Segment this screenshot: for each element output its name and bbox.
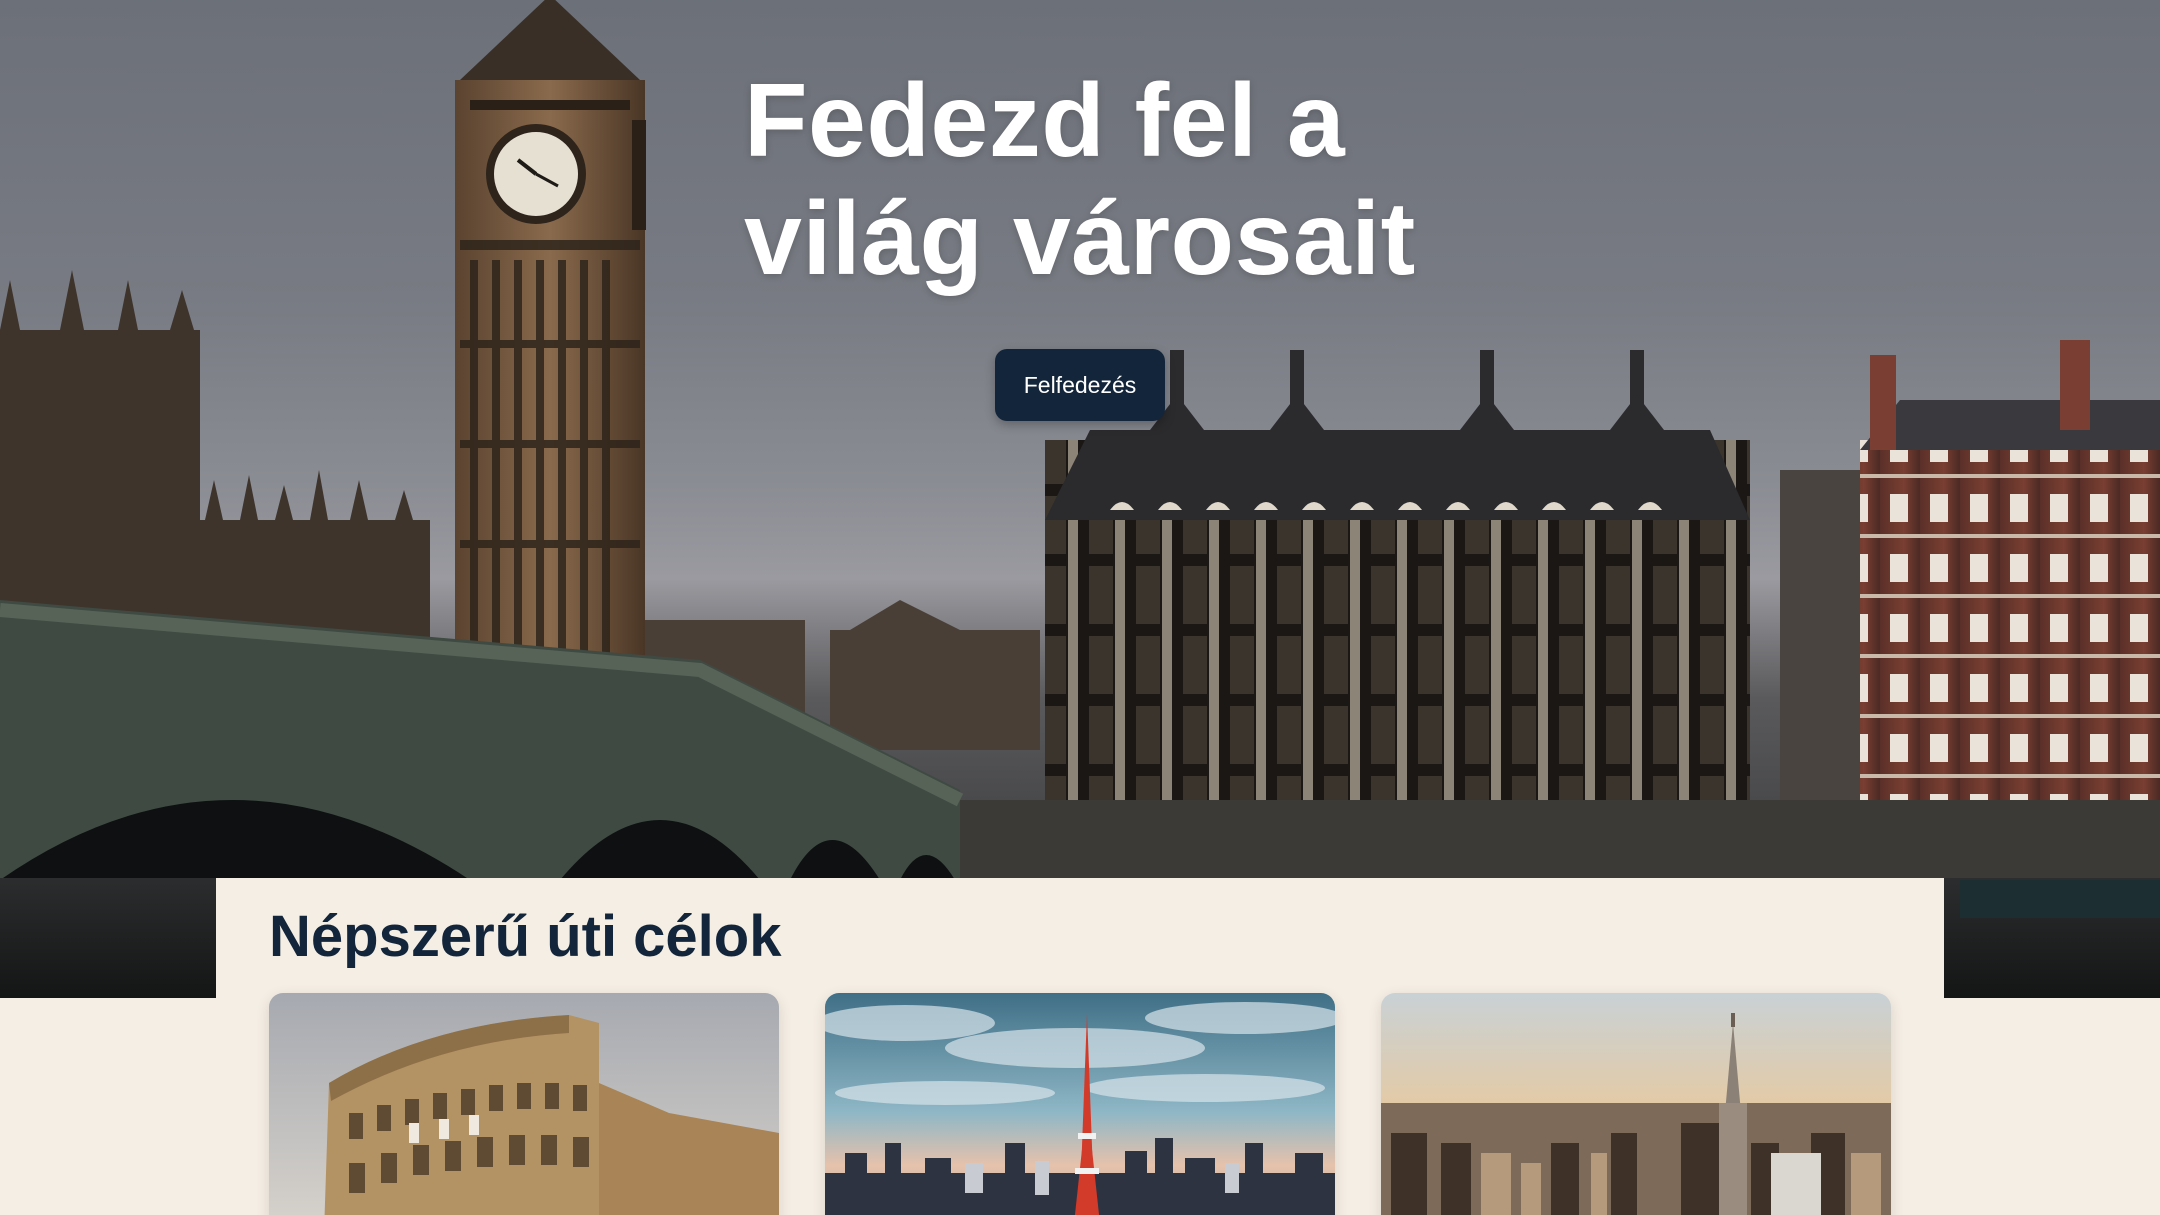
destination-card-tokyo[interactable] (825, 993, 1335, 1215)
section-title: Népszerű úti célok (269, 904, 782, 969)
destination-card-new-york[interactable] (1381, 993, 1891, 1215)
destination-card-rome[interactable] (269, 993, 779, 1215)
popular-destinations-section: Népszerű úti célok (216, 878, 1944, 1215)
hero-title: Fedezd fel a világ városait (744, 63, 1416, 297)
hero-section: Fedezd fel a világ városait Felfedezés (0, 0, 2160, 998)
page: Fedezd fel a világ városait Felfedezés N… (0, 0, 2160, 1215)
explore-button[interactable]: Felfedezés (995, 349, 1165, 421)
tokyo-tower-image (825, 993, 1335, 1215)
colosseum-image (269, 993, 779, 1215)
new-york-skyline-image (1381, 993, 1891, 1215)
